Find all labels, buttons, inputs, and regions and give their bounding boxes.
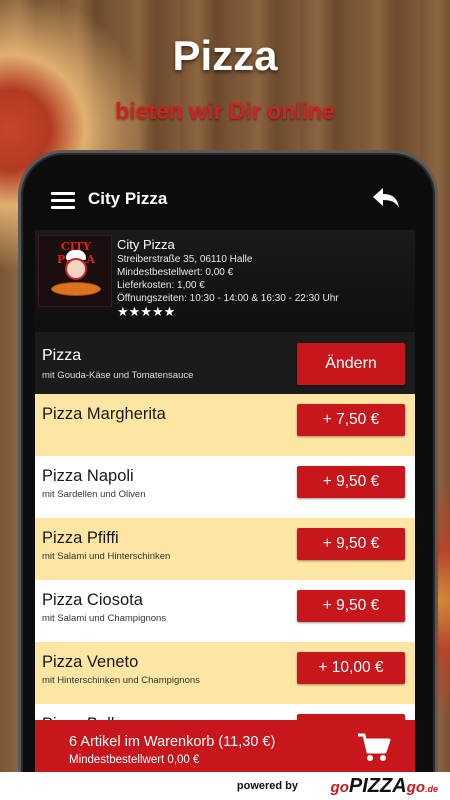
menu-item[interactable]: Pizza Margherita + 7,50 €: [35, 394, 415, 456]
change-button[interactable]: Ändern: [297, 343, 405, 385]
hero-subtitle: bieten wir Dir online: [115, 98, 335, 124]
app-header: City Pizza: [35, 170, 415, 230]
shop-info: CITY PIZZA City Pizza Streiberstraße 35,…: [35, 230, 415, 332]
menu-item[interactable]: Pizza Napoli mit Sardellen und Oliven + …: [35, 456, 415, 518]
item-name: Pizza Pfiffi: [42, 529, 119, 547]
add-item-button[interactable]: + 9,50 €: [297, 590, 405, 622]
item-name: Pizza Margherita: [42, 405, 166, 423]
menu-item[interactable]: Pizza Ciosota mit Salami und Champignons…: [35, 580, 415, 642]
add-item-button[interactable]: + 9,50 €: [297, 466, 405, 498]
add-item-button[interactable]: + 9,50 €: [297, 528, 405, 560]
shop-delivery-cost: Lieferkosten: 1,00 €: [117, 280, 205, 291]
item-description: mit Hinterschinken und Champignons: [42, 675, 200, 686]
category-subtitle: mit Gouda-Käse und Tomatensauce: [42, 370, 194, 381]
app-screen: City Pizza CITY PIZZA City Pizza Streibe…: [35, 170, 415, 780]
add-item-button[interactable]: + 10,00 €: [297, 652, 405, 684]
brand-prefix: go: [330, 779, 349, 796]
menu-item[interactable]: Pizza Pfiffi mit Salami und Hinterschink…: [35, 518, 415, 580]
shopping-cart-icon[interactable]: [357, 732, 391, 764]
shop-address: Streiberstraße 35, 06110 Halle: [117, 254, 253, 265]
brand-main: PIZZA: [348, 775, 407, 797]
shop-details: City Pizza Streiberstraße 35, 06110 Hall…: [117, 237, 339, 305]
brand-tld: .de: [424, 784, 438, 794]
shop-logo: CITY PIZZA: [38, 235, 112, 307]
pizza-plate-icon: [51, 282, 101, 296]
add-item-button[interactable]: + 7,50 €: [297, 404, 405, 436]
footer: powered by goPIZZAgo.de: [0, 772, 450, 800]
brand-logo[interactable]: goPIZZAgo.de: [331, 775, 438, 798]
menu-item-list: Pizza Margherita + 7,50 € Pizza Napoli m…: [35, 394, 415, 766]
back-arrow-icon[interactable]: [371, 186, 401, 210]
cart-min-order: Mindestbestellwert 0,00 €: [69, 754, 200, 766]
app-title: City Pizza: [88, 189, 168, 208]
chef-face-icon: [65, 258, 87, 280]
hero-title: Pizza: [172, 32, 278, 79]
rating-stars-icon: ★★★★★: [117, 304, 176, 319]
item-description: mit Salami und Champignons: [42, 613, 167, 624]
cart-bar[interactable]: 6 Artikel im Warenkorb (11,30 €) Mindest…: [35, 720, 415, 780]
category-title: Pizza: [42, 347, 82, 364]
item-description: mit Salami und Hinterschinken: [42, 551, 171, 562]
menu-item[interactable]: Pizza Veneto mit Hinterschinken und Cham…: [35, 642, 415, 704]
hamburger-menu-icon[interactable]: [51, 192, 75, 209]
item-name: Pizza Ciosota: [42, 591, 143, 609]
item-description: mit Sardellen und Oliven: [42, 489, 146, 500]
powered-by-label: powered by: [236, 780, 298, 792]
category-header: Pizza mit Gouda-Käse und Tomatensauce Än…: [35, 332, 415, 394]
cart-summary: 6 Artikel im Warenkorb (11,30 €): [69, 734, 276, 750]
shop-name: City Pizza: [117, 237, 175, 252]
brand-suffix: go: [406, 779, 425, 796]
item-name: Pizza Napoli: [42, 467, 134, 485]
item-name: Pizza Veneto: [42, 653, 139, 671]
shop-min-order: Mindestbestellwert: 0,00 €: [117, 267, 234, 278]
